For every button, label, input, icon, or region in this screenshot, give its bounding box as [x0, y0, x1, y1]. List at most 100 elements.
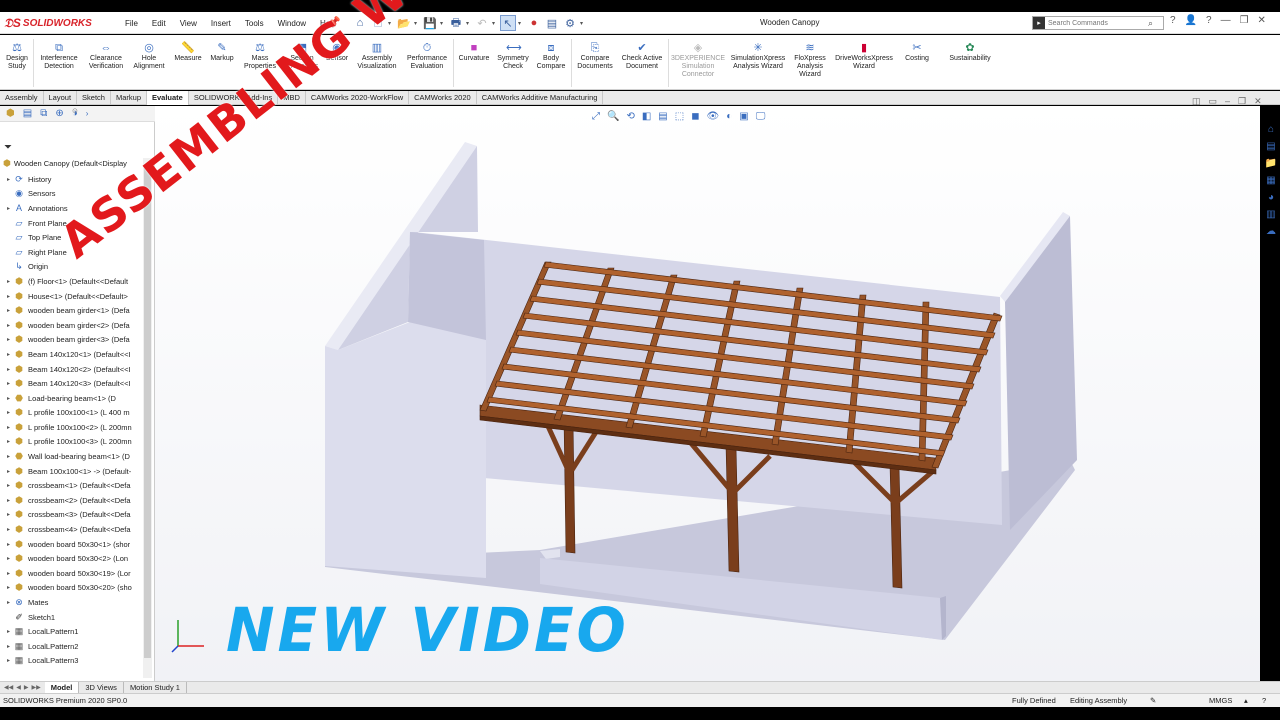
tree-item[interactable]: ▸ ⬢ Beam 100x100<1> -> (Default- [0, 464, 142, 479]
tree-item[interactable]: ▸ ⬢ crossbeam<2> (Default<<Defa [0, 493, 142, 508]
expand-arrow-icon[interactable]: ▸ [4, 541, 13, 548]
tree-item[interactable]: ▸ ⬢ wooden board 50x30<19> (Lor [0, 566, 142, 581]
measure-button[interactable]: 📏 Measure [171, 42, 205, 63]
menu-tools[interactable]: Tools [238, 19, 271, 28]
tab-evaluate[interactable]: Evaluate [147, 91, 189, 105]
tree-item[interactable]: ▸ ⬢ crossbeam<4> (Default<<Defa [0, 522, 142, 537]
tree-item[interactable]: ▸ ⬢ L profile 100x100<3> (L 200mn [0, 435, 142, 450]
menu-edit[interactable]: Edit [145, 19, 173, 28]
rebuild-traffic-light-icon[interactable]: ● [526, 15, 542, 31]
rebuild-icon[interactable]: ✎ [1150, 694, 1156, 708]
tree-item[interactable]: ▸ ⬢ crossbeam<1> (Default<<Defa [0, 478, 142, 493]
expand-arrow-icon[interactable]: ▸ [4, 293, 13, 300]
curvature-button[interactable]: ■ Curvature [456, 42, 492, 63]
chevron-down-icon[interactable]: ▾ [440, 20, 446, 27]
last-icon[interactable]: ▶▶ [31, 684, 40, 691]
expand-arrow-icon[interactable]: ▸ [4, 438, 13, 445]
tree-item[interactable]: ▸ ⬢ wooden beam girder<1> (Defa [0, 303, 142, 318]
scrollbar-thumb[interactable] [144, 168, 151, 658]
tree-item[interactable]: ▸ ⬢ wooden board 50x30<20> (sho [0, 581, 142, 596]
viewport-minimize-icon[interactable]: – [1225, 96, 1230, 107]
help-question-icon[interactable]: ? [1206, 15, 1212, 26]
units-selector[interactable]: MMGS [1209, 694, 1232, 708]
expand-arrow-icon[interactable]: ▸ [4, 628, 13, 635]
forum-icon[interactable]: ☁ [1266, 226, 1276, 237]
solidworks-logo[interactable]: 𝔇S SOLIDWORKS [4, 15, 92, 31]
tab-3d-views[interactable]: 3D Views [79, 681, 124, 694]
tree-item[interactable]: ✐ Sketch1 [0, 610, 142, 625]
tree-scrollbar[interactable] [143, 158, 152, 678]
prev-icon[interactable]: ◀ [16, 684, 21, 691]
display-style-icon[interactable]: ◼ [691, 111, 699, 122]
tree-item[interactable]: ▸ ⬢ wooden beam girder<3> (Defa [0, 333, 142, 348]
minimize-icon[interactable]: — [1221, 15, 1231, 26]
chevron-down-icon[interactable]: ▾ [518, 20, 524, 27]
expand-arrow-icon[interactable]: ▸ [4, 351, 13, 358]
expand-arrow-icon[interactable]: ▸ [4, 599, 13, 606]
configuration-manager-tab-icon[interactable]: ⧉ [40, 108, 47, 119]
driveworksxpress-button[interactable]: ▮ DriveWorksXpress Wizard [832, 42, 896, 71]
expand-arrow-icon[interactable]: ▸ [4, 453, 13, 460]
expand-arrow-icon[interactable]: ▸ [4, 584, 13, 591]
apply-scene-icon[interactable]: ▣ [739, 111, 748, 122]
tree-item[interactable]: ▸ ▦ LocalLPattern3 [0, 654, 142, 669]
tab-markup[interactable]: Markup [111, 91, 147, 105]
chevron-down-icon[interactable]: ▾ [414, 20, 420, 27]
view-settings-icon[interactable]: 🖵 [756, 111, 766, 122]
file-properties-icon[interactable]: ▤ [544, 15, 560, 31]
markup-button[interactable]: ✎ Markup [206, 42, 238, 63]
expand-arrow-icon[interactable]: ▸ [4, 511, 13, 518]
expand-arrow-icon[interactable]: ▸ [4, 336, 13, 343]
expand-arrow-icon[interactable]: ▸ [4, 395, 13, 402]
expand-arrow-icon[interactable]: ▸ [4, 643, 13, 650]
filter-icon[interactable]: ⏷ [4, 142, 12, 153]
search-icon[interactable]: ⌕ [1148, 18, 1153, 29]
zoom-area-icon[interactable]: 🔍 [607, 111, 619, 122]
symmetry-check-button[interactable]: ⟷ Symmetry Check [494, 42, 532, 71]
hide-show-items-icon[interactable]: 👁 [707, 111, 720, 122]
expand-arrow-icon[interactable]: ▸ [4, 366, 13, 373]
expand-arrow-icon[interactable]: ▸ [4, 497, 13, 504]
tab-camworks[interactable]: CAMWorks 2020 [409, 91, 477, 105]
expand-arrow-icon[interactable]: ▸ [4, 380, 13, 387]
tree-item[interactable]: ▸ ⬢ wooden beam girder<2> (Defa [0, 318, 142, 333]
search-commands-box[interactable]: ▸ ⌕ [1032, 16, 1164, 30]
user-icon[interactable]: 👤 [1185, 15, 1197, 26]
zoom-to-fit-icon[interactable]: ⤢ [592, 111, 600, 122]
expand-arrow-icon[interactable]: ▸ [4, 176, 13, 183]
hole-alignment-button[interactable]: ◎ Hole Alignment [129, 42, 169, 71]
tree-item[interactable]: ▸ ▦ LocalLPattern1 [0, 624, 142, 639]
design-library-icon[interactable]: ▤ [1266, 141, 1275, 152]
tree-item[interactable]: ▸ ⬢ L profile 100x100<1> (L 400 m [0, 406, 142, 421]
3dexperience-simulation-connector-button[interactable]: ◈ 3DEXPERIENCE Simulation Connector [671, 42, 725, 79]
undo-icon[interactable]: ↶ [474, 15, 490, 31]
file-explorer-icon[interactable]: 📁 [1265, 158, 1277, 169]
tab-camworks-workflow[interactable]: CAMWorks 2020-WorkFlow [306, 91, 410, 105]
tree-item[interactable]: ▸ ⬢ wooden board 50x30<1> (shor [0, 537, 142, 552]
simulationxpress-button[interactable]: ✳ SimulationXpress Analysis Wizard [727, 42, 789, 71]
tree-root-assembly[interactable]: ⬢ Wooden Canopy (Default<Display [3, 158, 143, 169]
expand-arrow-icon[interactable]: ▸ [4, 468, 13, 475]
performance-evaluation-button[interactable]: ⏱ Performance Evaluation [403, 42, 451, 71]
tab-motion-study[interactable]: Motion Study 1 [124, 681, 187, 694]
compare-documents-button[interactable]: ⎘ Compare Documents [574, 42, 616, 71]
tree-item[interactable]: ▸ ▦ LocalLPattern2 [0, 639, 142, 654]
interference-detection-button[interactable]: ⧉ Interference Detection [36, 42, 82, 71]
tree-item[interactable]: ▸ ⬢ House<1> (Default<<Default> [0, 289, 142, 304]
edit-appearance-icon[interactable]: ◐ [726, 111, 732, 122]
viewport-close-icon[interactable]: ✕ [1254, 96, 1262, 107]
tree-item[interactable]: ▸ ⬢ L profile 100x100<2> (L 200mn [0, 420, 142, 435]
tile-icon[interactable]: ◫ [1192, 96, 1201, 107]
options-gear-icon[interactable]: ⚙ [562, 15, 578, 31]
sustainability-button[interactable]: ✿ Sustainability [940, 42, 1000, 63]
chevron-down-icon[interactable]: ▾ [466, 20, 472, 27]
menu-file[interactable]: File [118, 19, 145, 28]
menu-insert[interactable]: Insert [204, 19, 238, 28]
tree-item[interactable]: ▸ ⬢ Beam 140x120<3> (Default<<I [0, 376, 142, 391]
body-compare-button[interactable]: ⧈ Body Compare [533, 42, 569, 71]
expand-arrow-icon[interactable]: ▸ [4, 570, 13, 577]
viewport-maximize-icon[interactable]: ❐ [1238, 96, 1246, 107]
appearances-icon[interactable]: ◕ [1268, 192, 1274, 203]
units-chevron-icon[interactable]: ▴ [1244, 694, 1248, 708]
tab-camworks-additive[interactable]: CAMWorks Additive Manufacturing [477, 91, 604, 105]
